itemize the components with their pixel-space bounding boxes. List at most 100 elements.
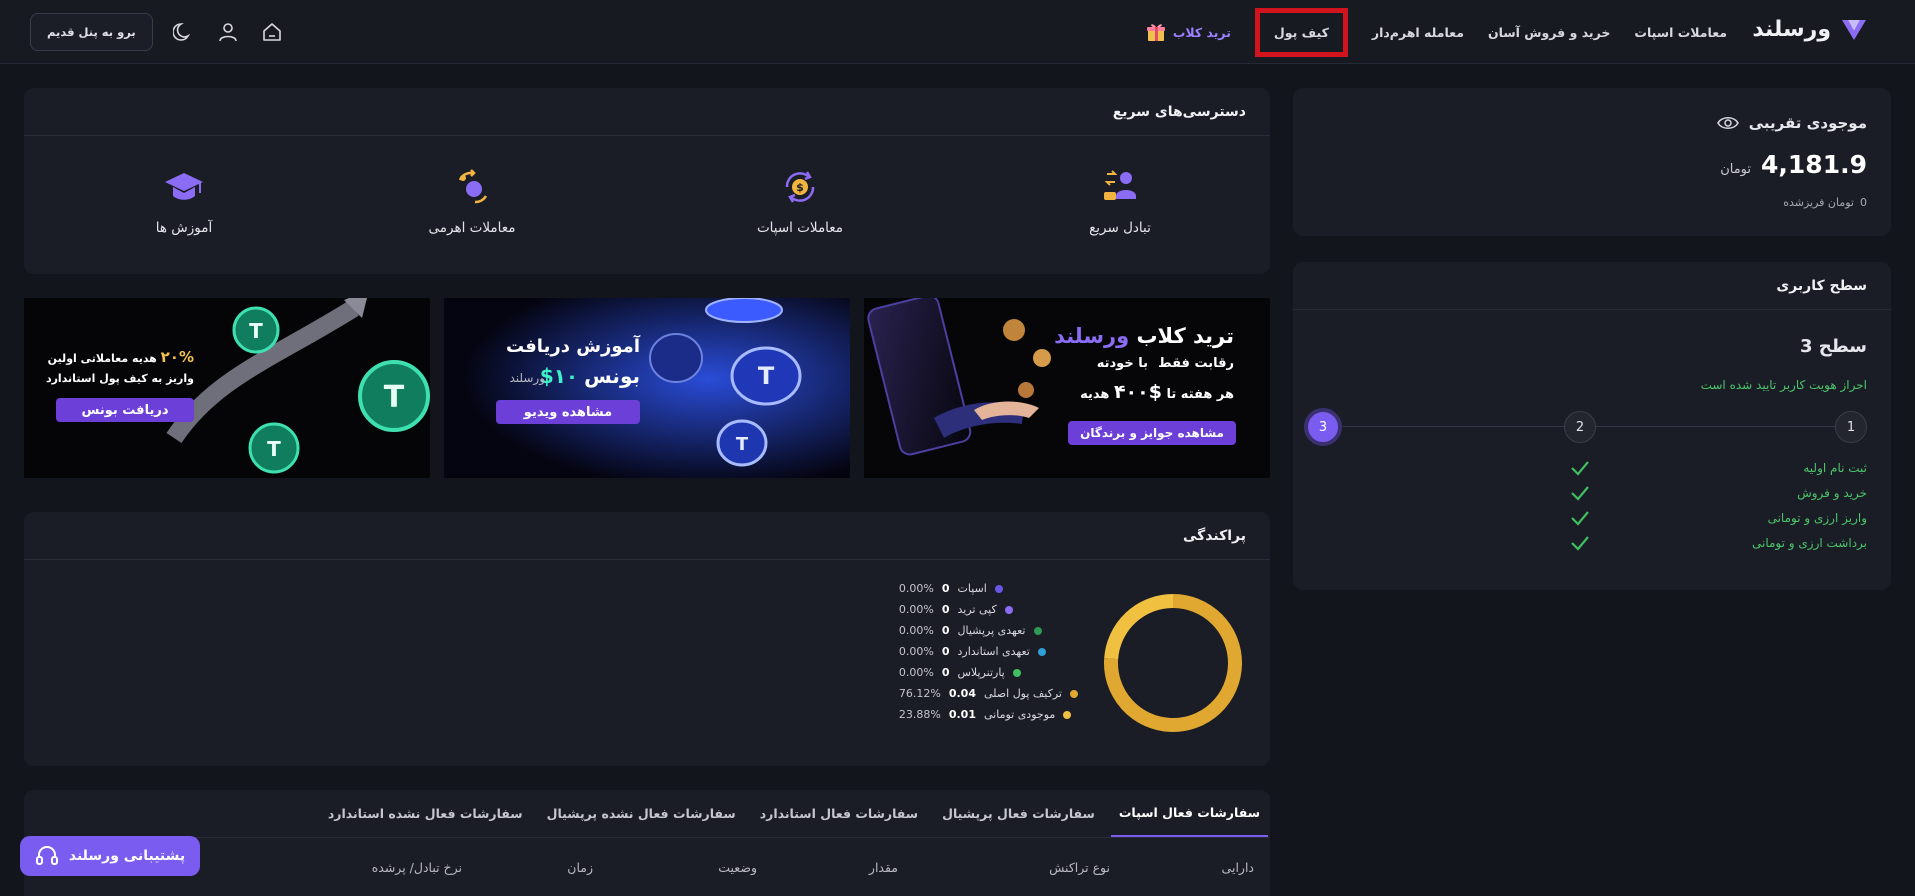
dollar-cycle-icon: $	[785, 171, 815, 203]
logo-text: ورسلند	[1752, 16, 1831, 42]
orders-table-header: دارایی نوع تراکنش مقدار وضعیت زمان نرخ ت…	[24, 848, 1270, 888]
banner2-button[interactable]: مشاهده ویدیو	[496, 400, 640, 424]
svg-text:T: T	[384, 380, 405, 415]
nav-easy-trade[interactable]: خرید و فروش آسان	[1488, 25, 1610, 40]
legend-dot	[1012, 668, 1021, 677]
profile-button[interactable]	[215, 19, 241, 45]
legend-value: 0.01	[948, 708, 976, 721]
banner-bonus[interactable]: T T T ۲۰% هدیه معاملاتی اولین واریز به ک…	[24, 298, 430, 478]
requirement-row: واریز ارزی و تومانی	[1307, 508, 1867, 528]
distribution-title: پراکندگی	[24, 512, 1270, 560]
eye-icon[interactable]	[1716, 115, 1739, 131]
balance-title: موجودی تقریبی	[1748, 114, 1867, 132]
support-button[interactable]: پشتیبانی ورسلند	[20, 836, 200, 876]
legend-row: اسپات 0 0.00%	[899, 578, 1078, 599]
level-step-1: 1	[1835, 411, 1867, 443]
balance-title-row: موجودی تقریبی	[1716, 114, 1867, 132]
banner1-title-b: ورسلند	[1054, 324, 1130, 348]
legend-label: پارتنرپلاس	[957, 666, 1005, 679]
quick-access-card: دسترسی‌های سریع تبادل سریع $ معاملات اسپ…	[24, 88, 1270, 274]
gift-icon	[1146, 24, 1165, 41]
graduation-cap-icon	[165, 173, 203, 200]
banner2-brand: ورسلند	[509, 371, 545, 385]
leverage-icon	[458, 169, 488, 204]
svg-text:T: T	[249, 319, 263, 343]
quick-leverage-label: معاملات اهرمی	[428, 220, 516, 236]
col-status: وضعیت	[718, 860, 757, 875]
coins-illustration: T T	[444, 298, 850, 478]
legend-label: اسپات	[957, 582, 987, 595]
quick-spot[interactable]: $ معاملات اسپات	[720, 166, 880, 236]
banner1-button[interactable]: مشاهده جوایز و برندگان	[1068, 421, 1236, 445]
legend-row: ترکیف پول اصلی 0.04 76.12%	[899, 683, 1078, 704]
top-bar: ورسلند معاملات اسپات خرید و فروش آسان مع…	[0, 0, 1915, 64]
banner3-line1a: هدیه معاملاتی اولین	[47, 352, 157, 365]
tab-standard-orders[interactable]: سفارشات فعال استاندارد	[752, 790, 926, 837]
orders-card: سفارشات فعال اسپات سفارشات فعال پرپشیال …	[24, 790, 1270, 896]
nav-trade-club[interactable]: ترید کلاب	[1145, 21, 1231, 43]
nav-wallet[interactable]: کیف پول	[1254, 7, 1348, 57]
user-icon	[218, 23, 237, 42]
check-icon	[1571, 511, 1589, 526]
quick-leverage[interactable]: معاملات اهرمی	[392, 166, 552, 236]
legend-percent: 0.00%	[898, 666, 934, 679]
banner1-title: ترید کلاب ورسلند	[1054, 324, 1234, 348]
level-title: سطح 3	[1799, 336, 1867, 357]
balance-unit: تومان	[1720, 162, 1752, 177]
banner2-title: آموزش دریافت	[505, 336, 640, 357]
logo[interactable]: ورسلند	[1752, 14, 1869, 44]
level-subtitle: احراز هویت کاربر تایید شده است	[1700, 378, 1867, 392]
legend-dot	[1070, 689, 1078, 698]
nav-spot[interactable]: معاملات اسپات	[1634, 25, 1727, 40]
legend-dot	[1063, 710, 1072, 719]
legend-row: تعهدی استاندارد 0 0.00%	[899, 641, 1078, 662]
banner-education[interactable]: T T آموزش دریافت بونس $۱۰ ورسلند مشاهده …	[444, 298, 850, 478]
legend-dot	[1033, 626, 1042, 635]
legend-label: ترکیف پول اصلی	[983, 687, 1062, 700]
quick-education[interactable]: آموزش ها	[104, 166, 264, 236]
banner1-line3: هر هفته تا $۴۰۰ هدیه	[1080, 381, 1234, 403]
swap-icon	[1104, 170, 1136, 200]
tab-perpetual-orders[interactable]: سفارشات فعال پرپشیال	[934, 790, 1103, 837]
col-rate: نرخ تبادل/ پرشده	[371, 860, 462, 875]
banner2-bonus: بونس	[584, 364, 640, 388]
balance-amount-row: تومان 4,181.9	[1720, 150, 1867, 179]
quick-swap-label: تبادل سریع	[1089, 220, 1151, 236]
banner-trade-club[interactable]: ترید کلاب ورسلند رقابت فقط با خودته هر ه…	[864, 298, 1270, 478]
legend-label: موجودی تومانی	[983, 708, 1056, 721]
legend-row: پارتنرپلاس 0 0.00%	[899, 662, 1078, 683]
legend-dot	[994, 584, 1003, 593]
requirement-row: ثبت نام اولیه	[1307, 458, 1867, 478]
banner1-line3a: هر هفته تا	[1166, 387, 1234, 402]
requirement-label: برداشت ارزی و تومانی	[1752, 536, 1867, 550]
frozen-balance: تومان فریز‌شده 0	[1783, 196, 1867, 209]
moon-icon	[172, 23, 190, 41]
nav-leverage[interactable]: معامله اهرم‌دار	[1372, 25, 1464, 40]
legend-row: تعهدی پرپشیال 0 0.00%	[899, 620, 1078, 641]
legend-label: تعهدی استاندارد	[957, 645, 1030, 658]
legend-label: تعهدی پرپشیال	[957, 624, 1026, 637]
tab-inactive-standard-orders[interactable]: سفارشات فعال نشده استاندارد	[320, 790, 531, 837]
tab-inactive-perpetual-orders[interactable]: سفارشات فعال نشده پرپشیال	[539, 790, 744, 837]
top-left-actions: برو به پنل قدیم	[30, 13, 285, 51]
quick-swap[interactable]: تبادل سریع	[1040, 166, 1200, 236]
tab-spot-orders[interactable]: سفارشات فعال اسپات	[1110, 790, 1268, 837]
level-step-3: 3	[1304, 408, 1342, 446]
home-button[interactable]	[259, 19, 285, 45]
col-amount: مقدار	[868, 860, 898, 875]
user-level-card: سطح کاربری سطح 3 احراز هویت کاربر تایید …	[1293, 262, 1891, 590]
order-tabs: سفارشات فعال اسپات سفارشات فعال پرپشیال …	[24, 790, 1270, 838]
requirement-label: واریز ارزی و تومانی	[1767, 511, 1867, 525]
main-nav: معاملات اسپات خرید و فروش آسان معامله اه…	[1145, 0, 1727, 64]
legend-percent: 0.00%	[898, 645, 934, 658]
legend-percent: 76.12%	[898, 687, 941, 700]
theme-toggle[interactable]	[171, 19, 197, 45]
banner3-button[interactable]: دریافت بونس	[56, 398, 194, 422]
balance-amount: 4,181.9	[1761, 150, 1867, 179]
check-icon	[1571, 461, 1589, 476]
donut-slice	[1104, 594, 1174, 660]
legend-label: کپی ترید	[957, 603, 997, 616]
old-panel-button[interactable]: برو به پنل قدیم	[30, 13, 153, 51]
level-header: سطح کاربری	[1293, 262, 1891, 310]
legend-value: 0	[941, 603, 950, 616]
